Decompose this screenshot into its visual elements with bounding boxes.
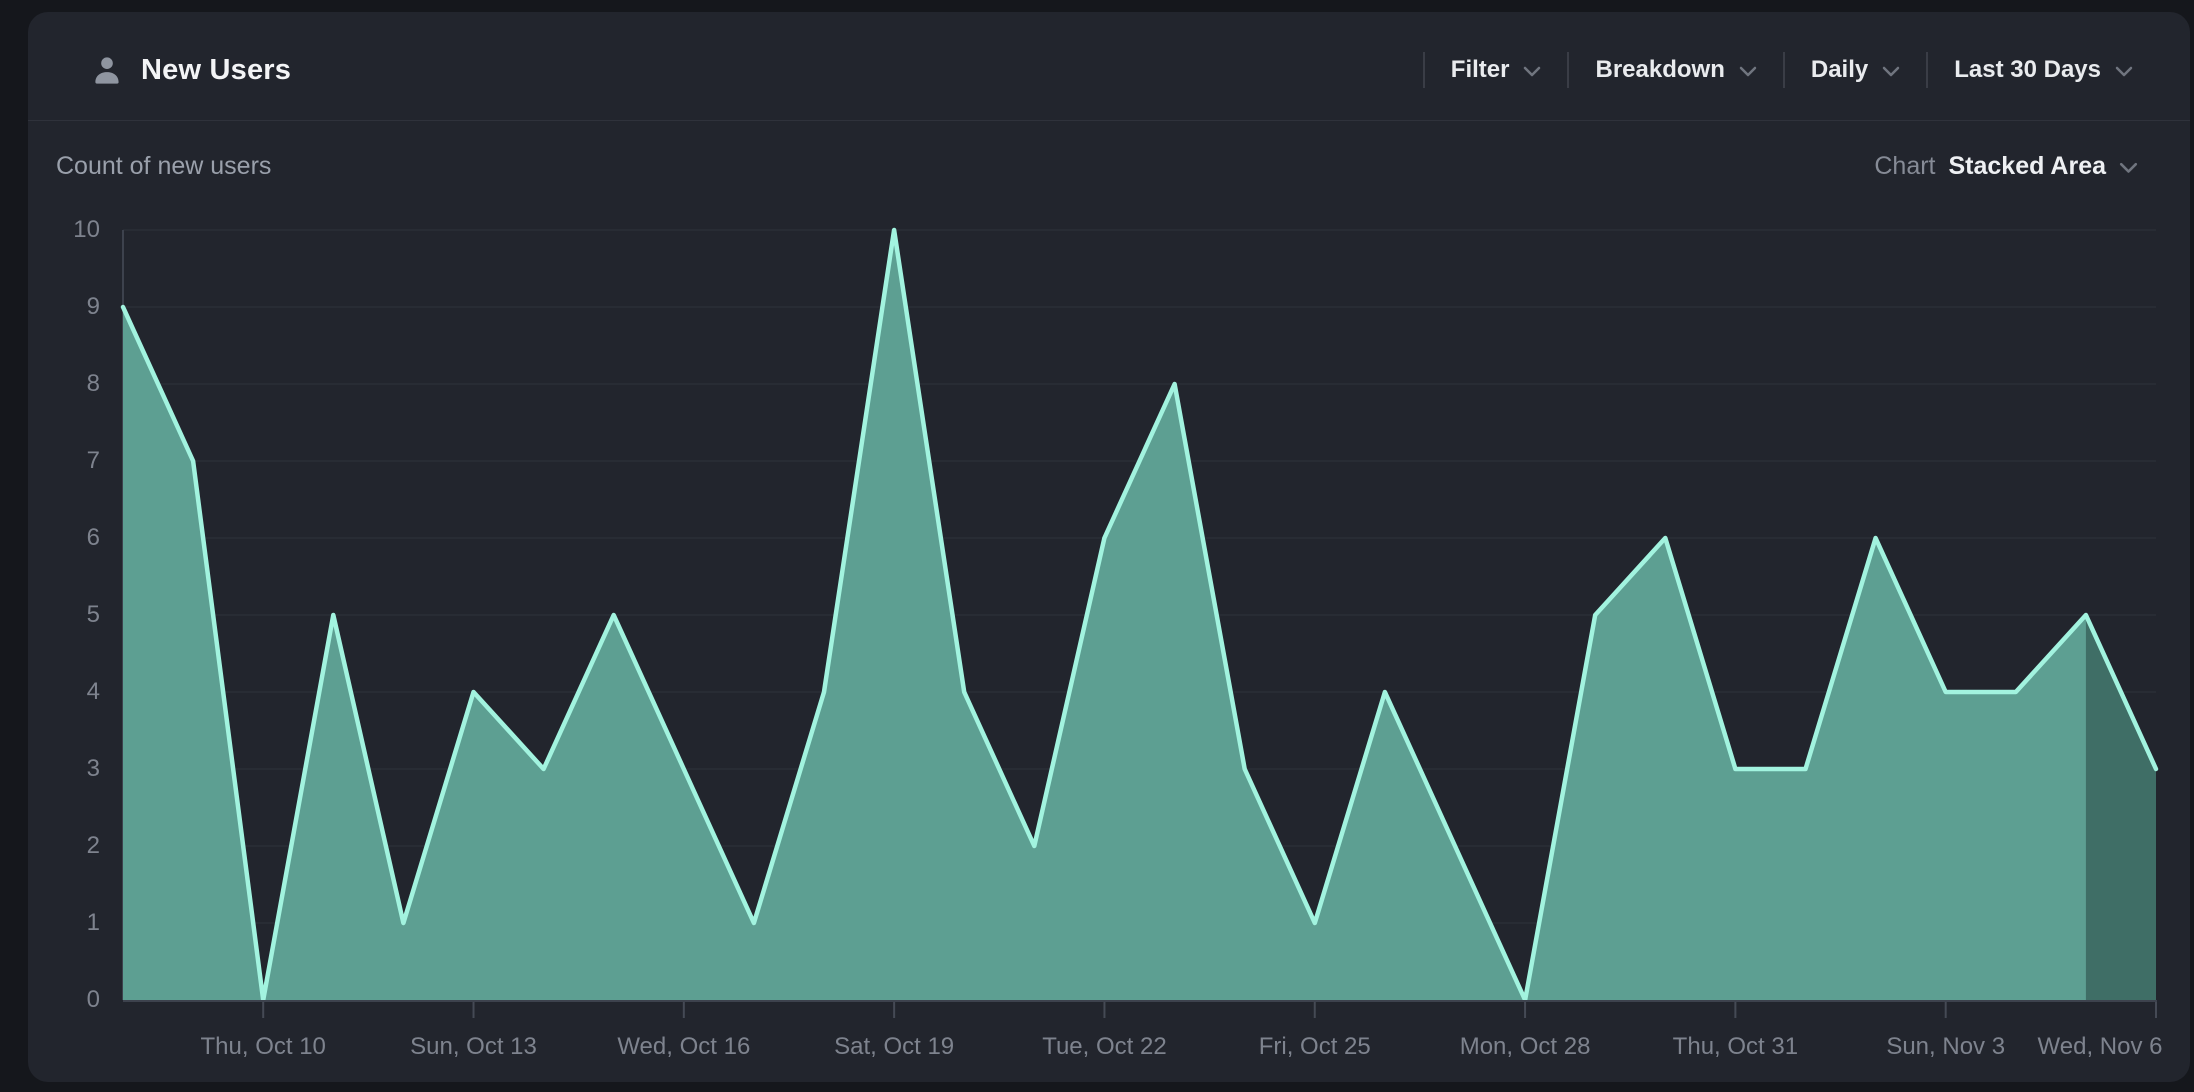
x-axis-label: Sun, Oct 13 [410,1033,537,1061]
y-axis-label: 9 [30,293,100,321]
chart-plot-area[interactable] [123,230,2156,1000]
y-axis-label: 5 [30,601,100,629]
y-axis-label: 0 [30,986,100,1014]
x-axis-label: Sun, Nov 3 [1886,1033,2005,1061]
y-axis-label: 3 [30,755,100,783]
y-axis-label: 6 [30,524,100,552]
x-axis-label: Wed, Oct 16 [617,1033,750,1061]
y-axis-label: 10 [30,216,100,244]
x-axis-label: Fri, Oct 25 [1259,1033,1371,1061]
x-axis-label: Thu, Oct 31 [1673,1033,1798,1061]
y-axis-label: 1 [30,909,100,937]
x-axis-label: Wed, Nov 6 [2038,1033,2163,1061]
y-axis-label: 7 [30,447,100,475]
x-axis-label: Sat, Oct 19 [834,1033,954,1061]
y-axis-label: 2 [30,832,100,860]
x-axis-label: Mon, Oct 28 [1460,1033,1591,1061]
y-axis-label: 8 [30,370,100,398]
x-axis-label: Tue, Oct 22 [1042,1033,1167,1061]
page: New Users FilterBreakdownDailyLast 30 Da… [0,0,2194,1092]
y-axis-label: 4 [30,678,100,706]
x-axis-label: Thu, Oct 10 [201,1033,326,1061]
